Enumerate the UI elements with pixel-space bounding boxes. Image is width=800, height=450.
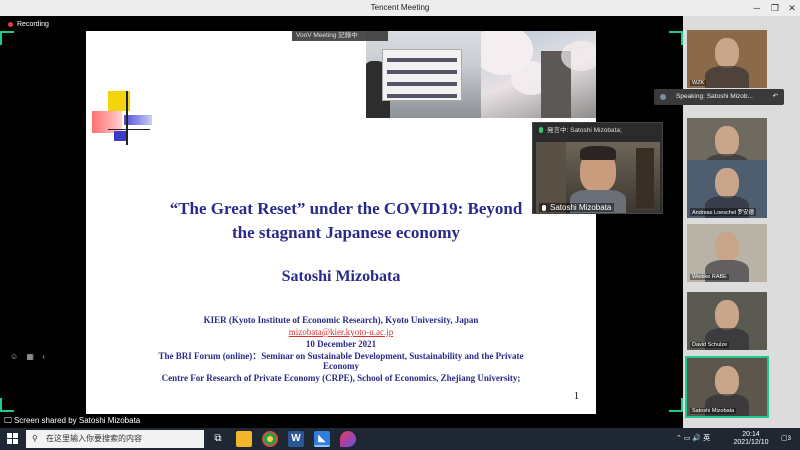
recording-label: Recording [17,21,49,28]
taskbar-search-input[interactable]: ⚲ 在这里输入你要搜索的内容 [26,430,204,448]
participant-tile[interactable]: WZK [687,30,767,88]
participant-video [715,366,739,396]
participant-video [715,126,739,156]
slide-email-line: mizobata@kier.kyoto-u.ac.jp [86,327,596,337]
stage-tools: ☺ ▦ ‹ [10,352,51,361]
slide-forum-line2: Economy [323,361,359,371]
restore-button[interactable]: ❐ [768,1,782,15]
participant-panel: WZKbruno.dallagoAndreas Loeschel 罗安德Wieb… [683,16,800,428]
screen-share-icon: 🖵 [4,416,12,425]
speaker-video-window[interactable]: 発言中: Satoshi Mizobata; Satoshi Mizobata [532,122,663,214]
tencent-meeting-taskbar-icon[interactable]: ◣ [314,431,330,447]
kier-building-photo [366,31,481,118]
participant-tile[interactable]: David Schulze [687,292,767,350]
slide-page-number: 1 [574,391,579,402]
participant-tile[interactable]: Andreas Loeschel 罗安德 [687,160,767,218]
chrome-icon[interactable] [262,431,278,447]
window-title: Tencent Meeting [370,3,430,12]
mic-icon [542,204,546,211]
task-view-icon[interactable]: ⧉ [210,431,226,447]
participant-video [715,300,739,330]
recording-indicator[interactable]: Recording [8,21,49,28]
voov-meeting-tag: VooV Meeting 記錄中 [292,31,388,41]
participant-video [715,168,739,198]
minimize-button[interactable]: ─ [750,1,764,15]
speaker-avatar-icon [660,94,666,100]
participant-name: Satoshi Mizobata [690,408,737,414]
mic-icon [539,127,543,134]
frame-corner-bl [0,398,14,412]
search-icon: ⚲ [32,434,38,443]
slide-date: 10 December 2021 [305,339,377,349]
network-icon[interactable]: ▭ [684,435,691,442]
participant-tile[interactable]: Satoshi Mizobata [685,356,769,418]
slide-centre: Centre For Research of Private Economy (… [161,373,521,383]
record-dot-icon [8,21,13,27]
participant-video [715,38,739,68]
participant-name: WZK [690,80,707,86]
windows-taskbar: ⚲ 在这里输入你要搜索的内容 ⧉ W ◣ ⌃ ▭ 🔊 英 20:14 2021/… [0,428,800,450]
speaker-name-label: Satoshi Mizobata [539,203,615,212]
participant-tile[interactable]: Wiebke RABE [687,224,767,282]
word-icon[interactable]: W [288,431,304,447]
frame-corner-tl [0,31,14,45]
slide-affiliation: KIER (Kyoto Institute of Economic Resear… [203,315,479,325]
share-status-text: Screen shared by Satoshi Mizobata [13,416,141,425]
system-tray: ⌃ ▭ 🔊 英 [676,428,710,450]
speaker-popup-header: 発言中: Satoshi Mizobata; [533,123,662,139]
collapse-icon[interactable]: ‹ [42,352,45,361]
participant-name: Wiebke RABE [690,274,729,280]
app-icon[interactable] [340,431,356,447]
close-button[interactable]: ✕ [785,1,799,15]
grid-icon[interactable]: ▦ [26,352,34,361]
frame-corner-tr [669,31,683,45]
tencent-meeting-window: Tencent Meeting ─ ❐ ✕ Recording “The Gre… [0,0,800,450]
slide-title: “The Great Reset” under the COVID19: Bey… [169,199,523,242]
taskbar-clock[interactable]: 20:14 2021/12/10 [728,431,774,447]
start-button[interactable] [7,433,19,445]
share-status-bar: 🖵 Screen shared by Satoshi Mizobata [0,414,683,428]
slide-email-link[interactable]: mizobata@kier.kyoto-u.ac.jp [289,327,394,337]
file-explorer-icon[interactable] [236,431,252,447]
slide-forum-line1: The BRI Forum (online)：Seminar on Sustai… [158,351,524,361]
volume-icon[interactable]: 🔊 [692,435,701,442]
speaking-indicator: Speaking: Satoshi Mizob... ↶ [654,89,784,105]
participant-name: David Schulze [690,342,730,348]
title-bar: Tencent Meeting ─ ❐ ✕ [0,0,800,16]
frame-corner-br [669,398,683,412]
participant-name: Andreas Loeschel 罗安德 [690,208,757,216]
participant-video [715,232,739,262]
cherry-blossom-photo [481,31,596,118]
presentation-slide: “The Great Reset” under the COVID19: Bey… [86,31,596,414]
reply-icon[interactable]: ↶ [773,89,778,105]
slide-author: Satoshi Mizobata [281,268,401,285]
tray-expand-icon[interactable]: ⌃ [676,435,682,442]
ime-indicator[interactable]: 英 [703,435,710,442]
emoji-icon[interactable]: ☺ [10,352,18,361]
notification-center-icon[interactable]: ▢3 [778,431,794,447]
